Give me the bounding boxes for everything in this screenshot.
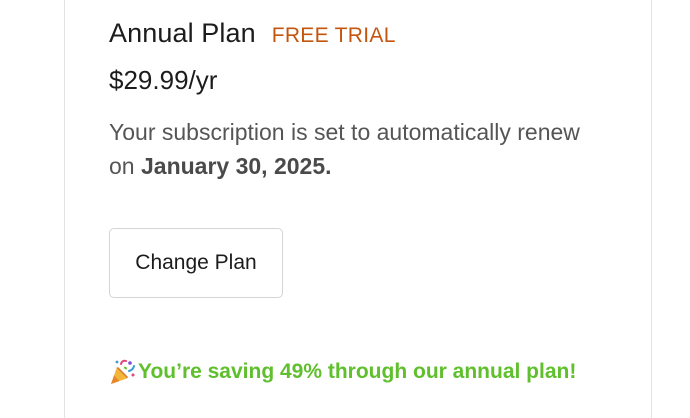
savings-message: You’re saving 49% through our annual pla…: [108, 358, 576, 386]
change-plan-button[interactable]: Change Plan: [109, 228, 283, 298]
renewal-notice: Your subscription is set to automaticall…: [109, 115, 609, 183]
savings-text: You’re saving 49% through our annual pla…: [138, 360, 577, 383]
renewal-date: January 30, 2025.: [140, 153, 332, 179]
plan-name: Annual Plan: [109, 18, 256, 48]
party-popper-icon: [108, 358, 136, 386]
plan-header: Annual Plan FREE TRIAL: [109, 18, 396, 49]
subscription-card: Annual Plan FREE TRIAL $29.99/yr Your su…: [64, 0, 652, 418]
free-trial-badge: FREE TRIAL: [271, 24, 396, 47]
plan-price: $29.99/yr: [109, 65, 218, 95]
